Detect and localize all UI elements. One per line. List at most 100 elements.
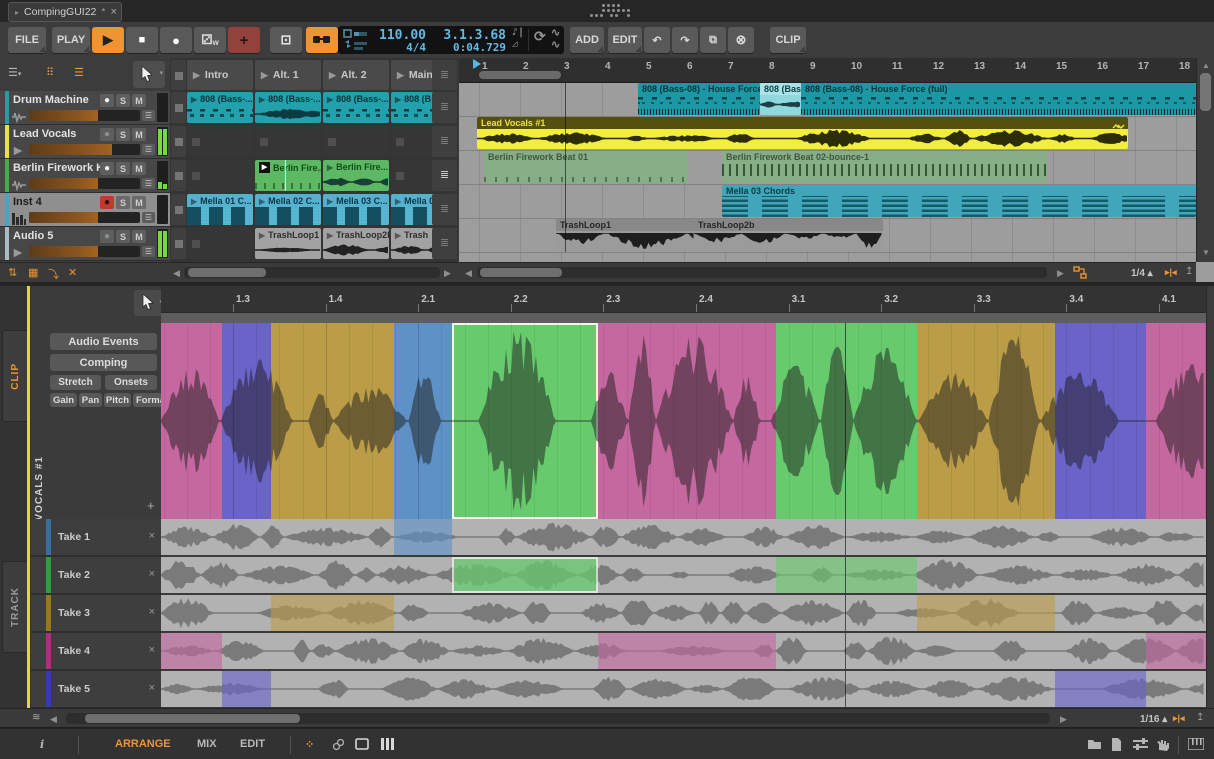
hand-tool-icon[interactable] [1156, 738, 1169, 754]
clip-stop-button[interactable] [171, 228, 186, 259]
browser-icon[interactable] [1087, 738, 1102, 753]
clip-stop-button[interactable] [171, 92, 186, 123]
scene-list-icon[interactable]: ≣ [432, 160, 457, 191]
take-selection-take5[interactable] [222, 671, 271, 707]
take-selection-take5[interactable] [1055, 671, 1146, 707]
play-start-marker[interactable] [473, 59, 481, 69]
stretch-button[interactable]: Stretch [50, 375, 101, 390]
columns-icon[interactable] [380, 738, 394, 753]
scene-list-icon[interactable]: ≣ [432, 194, 457, 225]
take-selection-take4[interactable] [1146, 633, 1206, 669]
add-button[interactable]: ADD [570, 27, 604, 53]
transport-display[interactable]: 110.00 4/4 3.1.3.68 0:04.729 ♪| ◿ ⟳ ∿ ∿ [338, 26, 564, 54]
play-button[interactable]: ▶ [92, 27, 124, 53]
piano-panel-icon[interactable] [1188, 738, 1204, 753]
link-icon[interactable] [332, 738, 345, 754]
mute-button[interactable]: M [132, 196, 146, 209]
redo-button[interactable]: ↷ [672, 27, 698, 53]
edit-button[interactable]: EDIT [608, 27, 642, 53]
arranger-snap-value[interactable]: 1/4 ▴ [1131, 268, 1153, 279]
sliders-icon[interactable] [1133, 738, 1148, 753]
take-header-5[interactable]: Take 5× [31, 671, 161, 709]
overdub-button[interactable]: + [228, 27, 260, 53]
clip-stop-button[interactable] [171, 160, 186, 191]
clip-fold-icon[interactable] [1111, 118, 1125, 127]
clip-stop-button[interactable] [171, 126, 186, 157]
take-selection-take4[interactable] [161, 633, 222, 669]
editor-snap-value[interactable]: 1/16 ▴ [1140, 714, 1167, 725]
single-panel-icon[interactable] [355, 738, 369, 753]
scroll-right-icon[interactable]: ▶ [444, 268, 451, 279]
pan-button[interactable]: Pan [79, 393, 102, 407]
volume-slider[interactable] [29, 178, 140, 189]
file-icon[interactable] [1111, 738, 1122, 754]
clip-play-icon[interactable]: ▶ [259, 95, 265, 104]
audio-events-button[interactable]: Audio Events [50, 333, 157, 350]
vscroll-down-icon[interactable]: ▼ [1202, 248, 1210, 257]
solo-button[interactable]: S [116, 94, 130, 107]
scroll-right-icon[interactable]: ▶ [1057, 268, 1064, 279]
launcher-clip[interactable]: ▶Mella 02 C... [255, 194, 321, 225]
solo-button[interactable]: S [116, 196, 130, 209]
scene-list-icon[interactable]: ≣ [432, 60, 457, 90]
take-remove-button[interactable]: × [149, 644, 155, 656]
take-lane-1[interactable] [161, 519, 1206, 557]
take-lane-3[interactable] [161, 595, 1206, 633]
scroll-left-icon[interactable]: ◀ [50, 714, 57, 725]
editor-ruler[interactable]: 1.31.42.12.22.32.43.13.23.33.44.1 [161, 286, 1214, 312]
tab-clip[interactable]: CLIP [2, 330, 28, 422]
info-icon[interactable]: i [40, 738, 44, 751]
stop-button[interactable]: ■ [126, 27, 158, 53]
arm-button[interactable]: ● [100, 128, 114, 141]
track-header-audio-5[interactable]: Audio 5●SM☰ [0, 227, 170, 261]
clip-play-icon[interactable]: ▶ [327, 163, 333, 172]
launcher-clip[interactable]: ▶808 (Bass-... [323, 92, 389, 123]
scene-list-icon[interactable]: ≣ [432, 228, 457, 259]
io-panel-button[interactable]: ⊡ [270, 27, 302, 53]
record-button[interactable]: ● [160, 27, 192, 53]
automation-write-icon[interactable]: ∿ [551, 38, 560, 51]
track-list-menu-icon[interactable]: ☰▾ [8, 66, 21, 79]
timesig-display[interactable]: 4/4 [368, 41, 426, 54]
arrange-layout-button[interactable]: ARRANGE [115, 738, 171, 750]
track-header-lead-vocals[interactable]: Lead Vocals●SM☰ [0, 125, 170, 159]
editor-zoom-fit-icon[interactable]: ↥ [1196, 712, 1204, 723]
track-menu-button[interactable]: ☰ [142, 212, 155, 223]
clip-play-icon[interactable]: ▶ [395, 231, 401, 240]
delete-button[interactable]: ⊗ [728, 27, 754, 53]
volume-slider[interactable] [29, 212, 140, 223]
empty-clip-slot[interactable] [187, 228, 253, 259]
empty-clip-slot[interactable] [323, 126, 389, 157]
vscroll-up-icon[interactable]: ▲ [1202, 61, 1210, 70]
take-header-4[interactable]: Take 4× [31, 633, 161, 671]
track-menu-button[interactable]: ☰ [142, 110, 155, 121]
arranger-clip[interactable]: 808 (Bas [760, 83, 801, 115]
io-toggle-icon[interactable]: ⇅ [8, 266, 17, 279]
play-menu-button[interactable]: PLAY [52, 27, 90, 53]
take-selection-take2[interactable] [452, 557, 598, 593]
time-display[interactable]: 0:04.729 [430, 41, 506, 54]
take-selection-take4[interactable] [598, 633, 776, 669]
comping-button[interactable]: Comping [50, 354, 157, 371]
launcher-hscroll-thumb[interactable] [188, 268, 266, 277]
mute-button[interactable]: M [132, 162, 146, 175]
arranger-clip[interactable]: 808 (Bass-08) - House Force (full) [801, 83, 1196, 115]
solo-button[interactable]: S [116, 230, 130, 243]
clip-play-icon[interactable]: ▶ [327, 231, 333, 240]
take-header-1[interactable]: Take 1× [31, 519, 161, 557]
grid-view-icon[interactable]: ⠿ [46, 66, 54, 79]
take-header-3[interactable]: Take 3× [31, 595, 161, 633]
layers-icon[interactable]: ≋ [32, 712, 40, 723]
duplicate-button[interactable]: ⧉ [700, 27, 726, 53]
close-panel-icon[interactable]: ✕ [68, 266, 77, 279]
arm-button[interactable]: ● [100, 94, 114, 107]
preroll-icon[interactable]: ♪| [512, 27, 524, 38]
arranger-hscroll-thumb[interactable] [480, 268, 562, 277]
solo-button[interactable]: S [116, 162, 130, 175]
edit-layout-button[interactable]: EDIT [240, 738, 265, 750]
take-selection-take3[interactable] [271, 595, 394, 631]
launcher-clip[interactable]: ▶TrashLoop1 [255, 228, 321, 259]
scroll-left-icon[interactable]: ◀ [465, 268, 472, 279]
vscroll-thumb[interactable] [1200, 73, 1211, 111]
scene-list-icon[interactable]: ≣ [432, 92, 457, 123]
